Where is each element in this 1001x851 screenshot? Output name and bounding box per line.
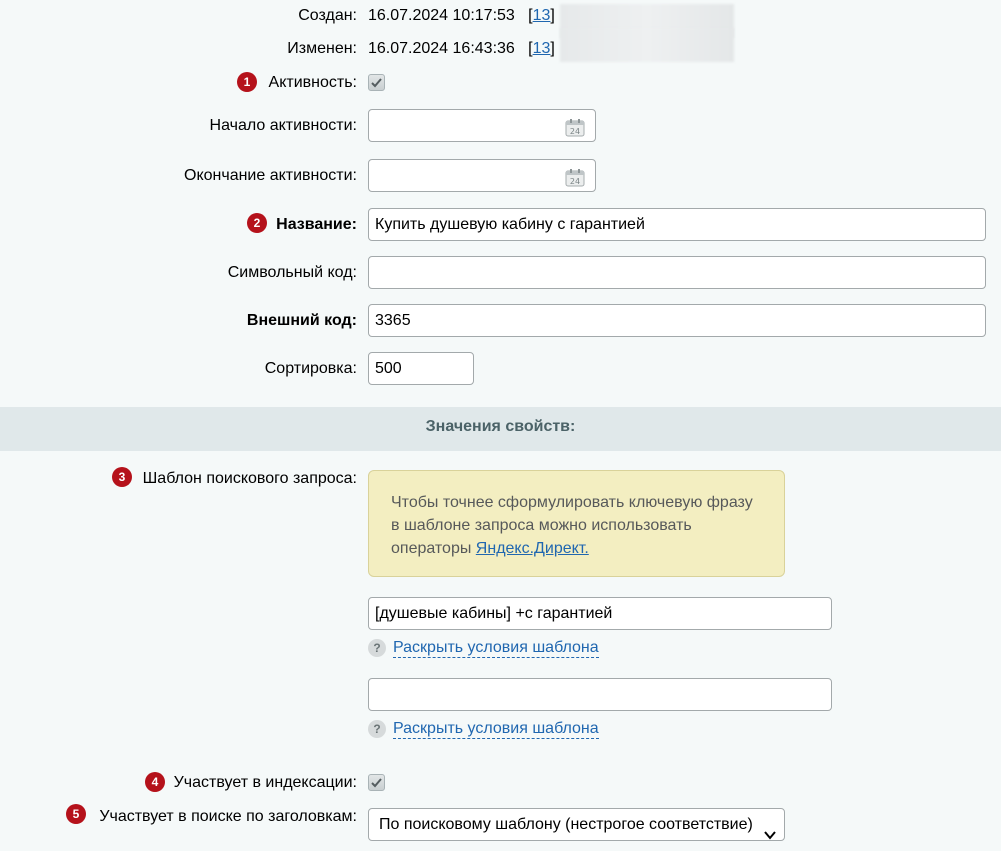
- section-title: Значения свойств:: [0, 407, 1001, 451]
- calendar-icon[interactable]: 24: [565, 167, 585, 191]
- modified-label: Изменен:: [287, 40, 357, 57]
- active-from-input[interactable]: 24: [368, 109, 596, 142]
- step-badge-3: 3: [112, 467, 132, 487]
- name-label: Название:: [276, 216, 357, 233]
- step-badge-2: 2: [247, 213, 267, 233]
- yandex-direct-link[interactable]: Яндекс.Директ.: [476, 540, 589, 557]
- name-input[interactable]: Купить душевую кабину с гарантией: [368, 208, 986, 241]
- step-badge-4: 4: [145, 772, 165, 792]
- indexing-label: Участвует в индексации:: [173, 774, 357, 791]
- help-icon[interactable]: ?: [368, 720, 386, 738]
- modified-user-link[interactable]: 13: [533, 40, 551, 57]
- created-datetime: 16.07.2024 10:17:53: [368, 7, 515, 24]
- sort-input[interactable]: 500: [368, 352, 474, 385]
- xml-id-label: Внешний код:: [246, 312, 357, 329]
- expand-template-link-1[interactable]: Раскрыть условия шаблона: [393, 639, 599, 658]
- expand-template-link-2[interactable]: Раскрыть условия шаблона: [393, 720, 599, 739]
- code-label: Символьный код:: [227, 264, 357, 281]
- modified-datetime: 16.07.2024 16:43:36: [368, 40, 515, 57]
- created-user-link[interactable]: 13: [533, 7, 551, 24]
- created-bracket-close: ]: [550, 7, 555, 24]
- title-search-label: Участвует в поиске по заголовкам:: [99, 808, 357, 825]
- indexing-checkbox[interactable]: [368, 774, 385, 791]
- xml-id-input[interactable]: 3365: [368, 304, 986, 337]
- svg-text:24: 24: [570, 127, 580, 136]
- title-search-value: По поисковому шаблону (нестрогое соответ…: [379, 816, 753, 833]
- svg-text:24: 24: [570, 177, 580, 186]
- active-from-label: Начало активности:: [209, 117, 357, 134]
- redacted-username: [560, 28, 734, 62]
- calendar-icon[interactable]: 24: [565, 117, 585, 141]
- created-value: 16.07.2024 10:17:53 [13]: [368, 7, 555, 25]
- hint-box: Чтобы точнее сформулировать ключевую фра…: [368, 470, 785, 577]
- active-to-label: Окончание активности:: [184, 167, 357, 184]
- help-icon[interactable]: ?: [368, 639, 386, 657]
- step-badge-1: 1: [237, 72, 257, 92]
- sort-label: Сортировка:: [264, 360, 357, 377]
- modified-bracket-close: ]: [550, 40, 555, 57]
- modified-value: 16.07.2024 16:43:36 [13]: [368, 40, 555, 58]
- template-input-1[interactable]: [душевые кабины] +с гарантией: [368, 597, 832, 630]
- template-label: Шаблон поискового запроса:: [142, 470, 357, 487]
- title-search-select[interactable]: По поисковому шаблону (нестрогое соответ…: [368, 808, 785, 841]
- template-input-2[interactable]: [368, 678, 832, 711]
- step-badge-5: 5: [66, 804, 86, 824]
- active-label: Активность:: [268, 74, 357, 91]
- chevron-down-icon: [764, 820, 776, 851]
- created-label: Создан:: [298, 7, 357, 24]
- code-input[interactable]: [368, 256, 986, 289]
- active-to-input[interactable]: 24: [368, 159, 596, 192]
- active-checkbox[interactable]: [368, 74, 385, 91]
